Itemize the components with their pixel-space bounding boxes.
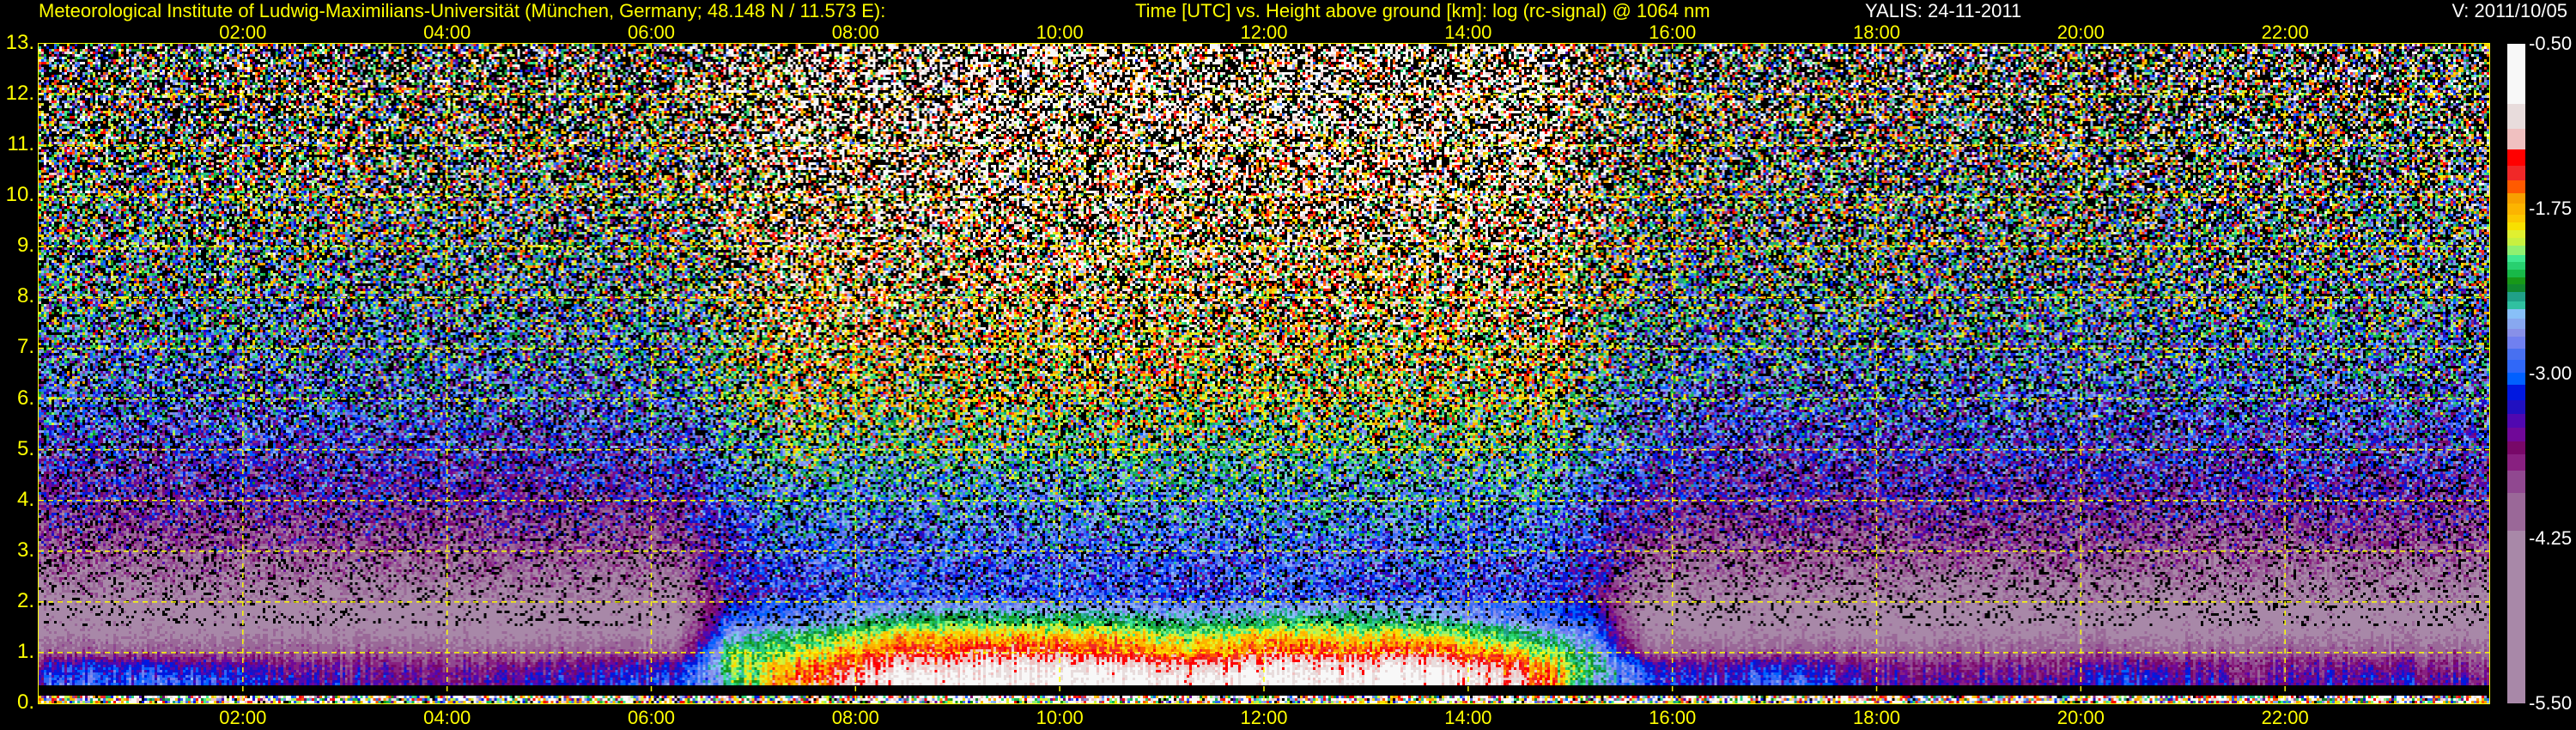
x-tick-label-top: 04:00 — [423, 21, 471, 43]
x-tick-label-bottom: 14:00 — [1444, 707, 1492, 728]
colorbar-segment — [2507, 203, 2525, 215]
colorbar-segment — [2507, 308, 2525, 319]
x-tick-label-top: 02:00 — [219, 21, 267, 43]
y-tick-label: 1. — [16, 639, 34, 663]
x-tick-label-top: 08:00 — [831, 21, 879, 43]
x-tick-label-top: 12:00 — [1240, 21, 1288, 43]
colorbar-tick-label: -4.25 — [2529, 527, 2573, 549]
x-tick-label-bottom: 22:00 — [2261, 707, 2309, 728]
x-tick-label-top: 10:00 — [1036, 21, 1084, 43]
colorbar-tick-label: -5.50 — [2529, 692, 2573, 714]
colorbar-segment — [2507, 359, 2525, 373]
colorbar-segment — [2507, 283, 2525, 293]
version-label: V: 2011/10/05 — [2451, 0, 2567, 21]
y-tick-label: 5. — [16, 436, 34, 460]
colorbar-segment — [2507, 261, 2525, 271]
colorbar-segment — [2507, 222, 2525, 231]
x-tick-label-bottom: 18:00 — [1852, 707, 1901, 728]
y-tick-label: 4. — [16, 487, 34, 511]
x-tick-label-bottom: 04:00 — [423, 707, 471, 728]
y-tick-label: 13. — [5, 30, 34, 54]
colorbar-tick-label: -0.50 — [2529, 33, 2573, 54]
colorbar-tick-label: -3.00 — [2529, 362, 2573, 384]
y-tick-label: 2. — [16, 588, 34, 612]
colorbar-segment — [2507, 530, 2525, 704]
colorbar-segment — [2507, 165, 2525, 180]
x-tick-label-top: 22:00 — [2261, 21, 2309, 43]
colorbar-segment — [2507, 237, 2525, 246]
colorbar — [2507, 44, 2525, 704]
colorbar-segment — [2507, 179, 2525, 194]
colorbar-segment — [2507, 453, 2525, 471]
colorbar-segment — [2507, 427, 2525, 441]
colorbar-segment — [2507, 384, 2525, 401]
colorbar-segment — [2507, 149, 2525, 166]
colorbar-segment — [2507, 214, 2525, 222]
colorbar-segment — [2507, 229, 2525, 239]
colorbar-tick-label: -1.75 — [2529, 198, 2573, 219]
instrument-date: YALIS: 24-11-2011 — [1865, 0, 2022, 21]
colorbar-segment — [2507, 441, 2525, 455]
colorbar-segment — [2507, 492, 2525, 532]
x-tick-label-top: 14:00 — [1444, 21, 1492, 43]
colorbar-segment — [2507, 128, 2525, 150]
colorbar-segment — [2507, 348, 2525, 360]
x-tick-label-bottom: 08:00 — [831, 707, 879, 728]
colorbar-segment — [2507, 246, 2525, 256]
y-tick-label: 9. — [16, 234, 34, 258]
x-tick-label-bottom: 20:00 — [2057, 707, 2105, 728]
colorbar-segment — [2507, 291, 2525, 302]
colorbar-segment — [2507, 277, 2525, 285]
y-tick-label: 12. — [5, 81, 34, 105]
x-tick-label-bottom: 10:00 — [1036, 707, 1084, 728]
colorbar-segment — [2507, 328, 2525, 338]
x-tick-label-top: 18:00 — [1852, 21, 1901, 43]
colorbar-segment — [2507, 44, 2525, 104]
y-tick-label: 8. — [16, 284, 34, 308]
x-tick-label-top: 20:00 — [2057, 21, 2105, 43]
lidar-heatmap-plot — [39, 44, 2489, 703]
x-tick-label-top: 06:00 — [627, 21, 676, 43]
colorbar-segment — [2507, 192, 2525, 204]
x-tick-label-bottom: 02:00 — [219, 707, 267, 728]
colorbar-segment — [2507, 399, 2525, 414]
x-tick-label-bottom: 16:00 — [1649, 707, 1697, 728]
plot-description: Time [UTC] vs. Height above ground [km]:… — [1135, 0, 1710, 21]
colorbar-segment — [2507, 470, 2525, 493]
y-tick-label: 11. — [7, 131, 34, 155]
grid-lines — [39, 44, 2489, 703]
y-tick-label: 0. — [16, 690, 34, 714]
y-tick-label: 7. — [16, 335, 34, 359]
colorbar-segment — [2507, 336, 2525, 350]
colorbar-segment — [2507, 372, 2525, 385]
y-tick-label: 10. — [5, 183, 34, 207]
x-tick-label-top: 16:00 — [1649, 21, 1697, 43]
colorbar-segment — [2507, 413, 2525, 429]
colorbar-segment — [2507, 103, 2525, 129]
colorbar-segment — [2507, 318, 2525, 330]
colorbar-segment — [2507, 269, 2525, 278]
colorbar-segment — [2507, 301, 2525, 310]
colorbar-segment — [2507, 254, 2525, 262]
x-tick-label-bottom: 06:00 — [627, 707, 676, 728]
y-tick-label: 6. — [16, 386, 34, 410]
institute-title: Meteorological Institute of Ludwig-Maxim… — [39, 0, 886, 21]
x-tick-label-bottom: 12:00 — [1240, 707, 1288, 728]
y-tick-label: 3. — [16, 538, 34, 562]
